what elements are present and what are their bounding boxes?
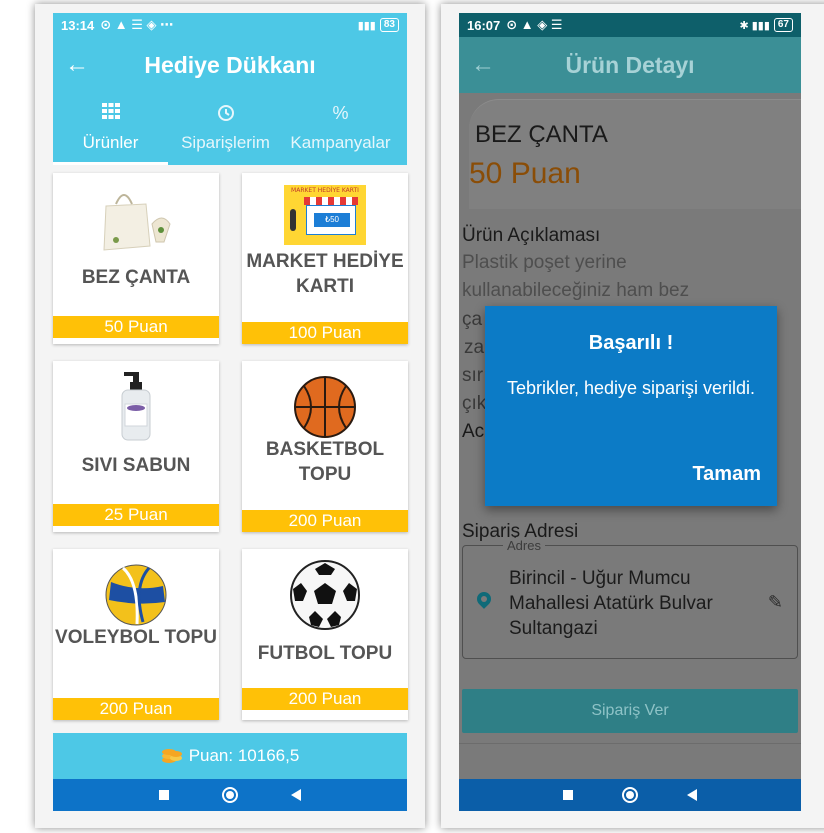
description-fragment: sır: [462, 365, 484, 386]
divider: [459, 743, 801, 744]
football-image: [242, 557, 408, 633]
tab-bar: Ürünler Siparişlerim % Kampanyalar: [53, 93, 407, 165]
status-icons: ⊙ ▲ ◈ ☰: [506, 17, 563, 32]
grid-icon: [101, 103, 120, 125]
signal-icon: ▮▮▮: [357, 19, 376, 32]
app-bar: ← Ürün Detayı: [459, 37, 801, 93]
product-name: FUTBOL TOPU: [257, 643, 393, 664]
back-arrow-icon[interactable]: ←: [65, 51, 89, 79]
gift-shop-screen: 13:14 ⊙ ▲ ☰ ◈ ⋯ ▮▮▮ 83 ← Hediye Dükkanı …: [53, 13, 408, 811]
percent-icon: %: [332, 103, 349, 123]
description-text: Plastik poşet yerine kullanabileceğiniz …: [462, 249, 792, 305]
product-price: 100 Puan: [242, 322, 408, 344]
location-pin-icon: [474, 589, 494, 609]
tab-label: Kampanyalar: [290, 133, 391, 152]
product-name: MARKET HEDİYE KARTI: [246, 251, 404, 297]
phone-frame-gift-shop: 13:14 ⊙ ▲ ☰ ◈ ⋯ ▮▮▮ 83 ← Hediye Dükkanı …: [35, 4, 425, 828]
product-card-sivi-sabun[interactable]: SIVI SABUN 25 Puan: [53, 361, 219, 532]
description-line: Plastik poşet yerine: [462, 252, 627, 273]
status-bar: 16:07 ⊙ ▲ ◈ ☰ ✱ ▮▮▮ 67: [459, 13, 801, 37]
signal-icon: ✱ ▮▮▮: [739, 19, 770, 32]
product-grid: BEZ ÇANTA 50 Puan MARKET HEDİYE KARTI ₺5…: [53, 173, 408, 720]
place-order-button[interactable]: Sipariş Ver: [462, 689, 798, 733]
history-icon: [216, 103, 236, 125]
address-text: Birincil - Uğur Mumcu Mahallesi Atatürk …: [509, 568, 713, 639]
battery-icon: 67: [773, 18, 793, 32]
phone-frame-product-detail: 16:07 ⊙ ▲ ◈ ☰ ✱ ▮▮▮ 67 ← Ürün Detayı BEZ…: [441, 4, 824, 828]
status-icons: ⊙ ▲ ☰ ◈ ⋯: [100, 17, 174, 32]
tab-label: Ürünler: [82, 133, 139, 152]
description-fragment: za: [464, 337, 485, 358]
description-fragment: çık: [462, 393, 487, 414]
description-fragment: ça: [462, 309, 483, 330]
recent-apps-icon[interactable]: [159, 790, 170, 800]
product-points: 50 Puan: [469, 157, 581, 190]
product-price: 200 Puan: [242, 688, 408, 710]
product-price: 25 Puan: [53, 504, 219, 526]
basketball-image: [242, 369, 408, 445]
nav-back-icon[interactable]: [686, 789, 697, 801]
points-balance: Puan: 10166,5: [188, 746, 300, 765]
status-time: 13:14: [61, 17, 95, 33]
edit-pencil-icon[interactable]: ✎: [768, 592, 783, 613]
status-time: 16:07: [467, 17, 501, 33]
gift-card-image-value: ₺50: [314, 213, 350, 227]
product-header-card: [469, 99, 801, 209]
android-nav-bar: [459, 779, 801, 811]
address-section-fragment: Ac: [462, 421, 485, 442]
product-card-market-gift-card[interactable]: MARKET HEDİYE KARTI ₺50 MARKET HEDİYE KA…: [242, 173, 408, 344]
status-bar: 13:14 ⊙ ▲ ☰ ◈ ⋯ ▮▮▮ 83: [53, 13, 407, 37]
product-card-bez-canta[interactable]: BEZ ÇANTA 50 Puan: [53, 173, 219, 344]
nav-back-icon[interactable]: [290, 789, 301, 801]
tote-bag-image: [53, 181, 219, 257]
page-title: Ürün Detayı: [565, 51, 695, 78]
recent-apps-icon[interactable]: [563, 790, 574, 800]
battery-icon: 83: [379, 18, 399, 32]
product-name: SIVI SABUN: [81, 455, 191, 476]
tab-products[interactable]: Ürünler: [53, 93, 168, 165]
product-card-volleyball[interactable]: VOLEYBOL TOPU 200 Puan: [53, 549, 219, 720]
android-nav-bar: [53, 779, 407, 811]
points-balance-bar: Puan: 10166,5: [53, 733, 407, 779]
back-arrow-icon[interactable]: ←: [471, 51, 495, 79]
description-line: kullanabileceğiniz ham bez: [462, 280, 690, 301]
home-icon[interactable]: [221, 787, 238, 803]
gift-card-image-text: MARKET HEDİYE KARTI: [291, 187, 359, 194]
liquid-soap-image: [53, 369, 219, 445]
description-title: Ürün Açıklaması: [462, 225, 601, 246]
page-title: Hediye Dükkanı: [144, 51, 316, 78]
product-price: 200 Puan: [53, 698, 219, 720]
product-price: 200 Puan: [242, 510, 408, 532]
product-name: BEZ ÇANTA: [81, 267, 191, 288]
product-name: BASKETBOL TOPU: [265, 439, 385, 485]
success-dialog: Başarılı ! Tebrikler, hediye siparişi ve…: [485, 306, 777, 506]
volleyball-image: [53, 557, 219, 633]
address-legend: Adres: [503, 538, 545, 553]
address-field[interactable]: Adres Birincil - Uğur Mumcu Mahallesi At…: [462, 538, 798, 659]
tab-label: Siparişlerim: [181, 133, 270, 152]
dialog-ok-button[interactable]: Tamam: [692, 463, 761, 486]
dialog-title: Başarılı !: [588, 332, 674, 354]
product-detail-screen: 16:07 ⊙ ▲ ◈ ☰ ✱ ▮▮▮ 67 ← Ürün Detayı BEZ…: [459, 13, 801, 811]
product-price: 50 Puan: [53, 316, 219, 338]
dialog-message: Tebrikler, hediye siparişi verildi.: [506, 378, 756, 398]
market-gift-card-image: MARKET HEDİYE KARTI ₺50: [242, 177, 408, 253]
home-icon[interactable]: [621, 787, 638, 803]
coins-icon: [161, 744, 183, 769]
product-name: BEZ ÇANTA: [475, 121, 608, 148]
product-card-basketball[interactable]: BASKETBOL TOPU 200 Puan: [242, 361, 408, 532]
tab-orders[interactable]: Siparişlerim: [168, 93, 283, 165]
product-name: VOLEYBOL TOPU: [55, 627, 217, 648]
tab-campaigns[interactable]: % Kampanyalar: [283, 93, 398, 165]
app-bar: ← Hediye Dükkanı: [53, 37, 407, 93]
product-card-football[interactable]: FUTBOL TOPU 200 Puan: [242, 549, 408, 720]
